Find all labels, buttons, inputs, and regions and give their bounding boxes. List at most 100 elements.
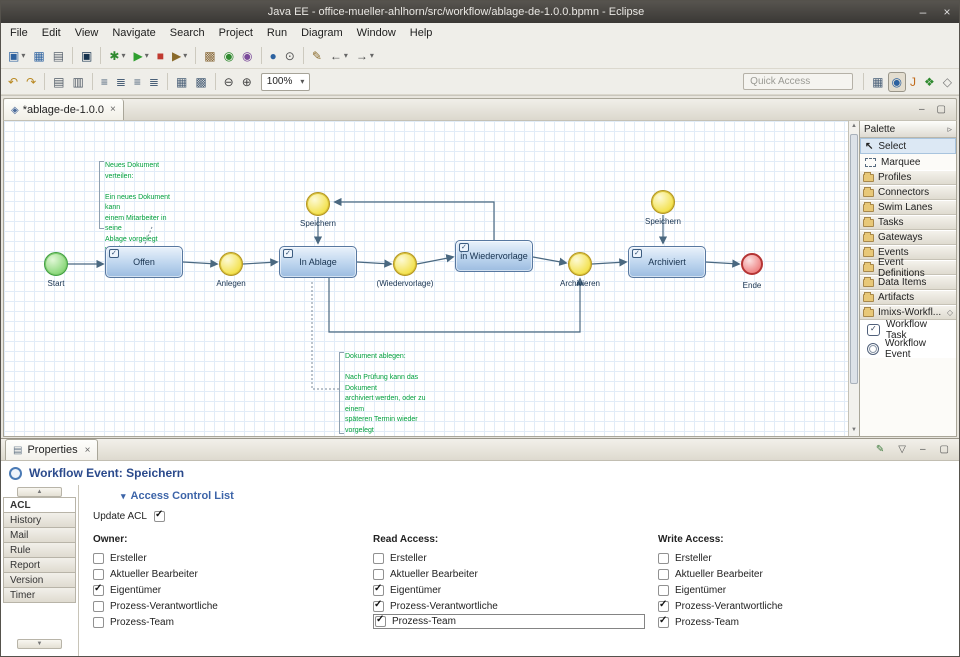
- save-button[interactable]: ▦: [29, 46, 48, 66]
- back-button[interactable]: ←: [326, 46, 352, 66]
- menu-item[interactable]: Diagram: [294, 23, 350, 43]
- checkbox[interactable]: [658, 599, 669, 612]
- side-tab-version[interactable]: Version: [3, 572, 76, 588]
- palette-pin-icon[interactable]: [947, 124, 952, 135]
- palette-category[interactable]: Event Definitions: [860, 257, 956, 279]
- task-archiviert-node[interactable]: Archiviert: [628, 246, 706, 278]
- quick-access-input[interactable]: [743, 73, 854, 90]
- menu-item[interactable]: File: [3, 23, 35, 43]
- flow-anlegen-inablage[interactable]: [242, 258, 279, 267]
- menu-item[interactable]: Help: [403, 23, 440, 43]
- palette-header[interactable]: Palette: [860, 121, 956, 138]
- zoom-out-button[interactable]: ⊖: [220, 72, 238, 92]
- editor-tab-close-button[interactable]: ×: [110, 104, 116, 115]
- search-button[interactable]: ⊙: [281, 46, 299, 66]
- maximize-editor-button[interactable]: [937, 104, 946, 115]
- section-collapse-icon[interactable]: [121, 490, 126, 502]
- properties-tab[interactable]: Properties ×: [5, 439, 99, 460]
- side-tab-mail[interactable]: Mail: [3, 527, 76, 543]
- distribute-horizontal-button[interactable]: ≡: [130, 72, 145, 92]
- menu-item[interactable]: Edit: [35, 23, 68, 43]
- new-package-button[interactable]: ▩: [200, 46, 219, 66]
- new-interface-button[interactable]: ◉: [238, 46, 256, 66]
- scroll-down-icon[interactable]: [849, 425, 859, 436]
- checkbox[interactable]: [373, 583, 384, 596]
- palette-select-tool[interactable]: Select: [860, 138, 956, 154]
- editor-tab-ablage[interactable]: *ablage-de-1.0.0 ×: [4, 99, 124, 120]
- open-perspective-button[interactable]: ▦: [868, 72, 887, 92]
- task-offen-node[interactable]: Offen: [105, 246, 183, 278]
- event-wiedervorlage-node[interactable]: (Wiedervorlage): [377, 252, 433, 288]
- flow-archivieren-archiviert[interactable]: [591, 258, 628, 267]
- java-perspective-button[interactable]: J: [906, 72, 920, 92]
- event-archivieren-node[interactable]: Archivieren: [560, 252, 600, 288]
- side-tab-timer[interactable]: Timer: [3, 587, 76, 603]
- palette-item-workflow-event[interactable]: Workflow Event: [860, 338, 956, 360]
- paste-button[interactable]: ▥: [68, 72, 87, 92]
- checkbox[interactable]: [658, 584, 669, 596]
- checkbox[interactable]: [375, 614, 386, 627]
- checkbox[interactable]: [93, 583, 104, 596]
- menu-item[interactable]: Run: [260, 23, 294, 43]
- end-event-node[interactable]: Ende: [741, 253, 763, 290]
- palette-category[interactable]: Tasks: [860, 215, 956, 230]
- checkbox[interactable]: [373, 568, 384, 580]
- undo-button[interactable]: ↶: [4, 72, 22, 92]
- scroll-up-icon[interactable]: [849, 121, 859, 132]
- palette-category[interactable]: Profiles: [860, 170, 956, 185]
- view-menu-button[interactable]: ▽: [898, 444, 906, 455]
- menu-item[interactable]: Search: [163, 23, 212, 43]
- scrollbar-thumb[interactable]: [850, 134, 858, 384]
- side-tab-history[interactable]: History: [3, 512, 76, 528]
- minimize-editor-button[interactable]: [919, 104, 925, 115]
- align-horizontal-button[interactable]: ≡: [97, 72, 112, 92]
- palette-category[interactable]: Swim Lanes: [860, 200, 956, 215]
- event-speichern-1-node[interactable]: Speichern: [300, 192, 336, 228]
- stop-button[interactable]: ■: [153, 46, 168, 66]
- redo-button[interactable]: ↷: [22, 72, 40, 92]
- flow-archiviert-ende[interactable]: [704, 259, 741, 268]
- checkbox[interactable]: [373, 599, 384, 612]
- side-tab-rule[interactable]: Rule: [3, 542, 76, 558]
- distribute-vertical-button[interactable]: ≣: [145, 72, 163, 92]
- window-minimize-button[interactable]: –: [911, 5, 935, 19]
- minimize-view-button[interactable]: –: [920, 444, 926, 455]
- side-tabs-scroll-down-icon[interactable]: [17, 639, 62, 649]
- checkbox[interactable]: [93, 600, 104, 612]
- zoom-level-select[interactable]: 100%: [260, 72, 311, 91]
- window-close-button[interactable]: ×: [935, 5, 959, 19]
- task-in-wiedervorlage-node[interactable]: in Wiedervorlage: [455, 240, 533, 272]
- new-button[interactable]: ▣: [4, 46, 29, 66]
- edit-mode-button[interactable]: ✎: [876, 444, 884, 455]
- checkbox[interactable]: [93, 616, 104, 628]
- event-anlegen-node[interactable]: Anlegen: [216, 252, 246, 288]
- forward-button[interactable]: →: [352, 46, 378, 66]
- side-tabs-scroll-up-icon[interactable]: [17, 487, 62, 497]
- align-vertical-button[interactable]: ≣: [112, 72, 130, 92]
- canvas-vertical-scrollbar[interactable]: [848, 121, 859, 436]
- menu-item[interactable]: View: [68, 23, 106, 43]
- palette-item-workflow-task[interactable]: Workflow Task: [860, 319, 956, 341]
- copy-button[interactable]: ▤: [49, 72, 68, 92]
- checkbox[interactable]: [93, 568, 104, 580]
- maximize-view-button[interactable]: ▢: [940, 444, 949, 455]
- checkbox[interactable]: [658, 568, 669, 580]
- flow-offen-anlegen[interactable]: [182, 259, 219, 268]
- task-in-ablage-node[interactable]: In Ablage: [279, 246, 357, 278]
- coverage-button[interactable]: ▶: [168, 46, 191, 66]
- flow-inablage-archivieren-loop[interactable]: [328, 277, 585, 333]
- palette-category[interactable]: Gateways: [860, 230, 956, 245]
- checkbox[interactable]: [658, 615, 669, 628]
- start-event-node[interactable]: Start: [44, 252, 68, 288]
- javaee-perspective-button[interactable]: ◉: [887, 71, 906, 92]
- web-perspective-button[interactable]: ◇: [939, 72, 956, 92]
- debug-perspective-button[interactable]: ❖: [920, 72, 939, 92]
- print-button[interactable]: ▤: [49, 46, 68, 66]
- annotation-neues-dokument[interactable]: Neues Dokument verteilen: Ein neues Doku…: [99, 161, 175, 253]
- menu-item[interactable]: Navigate: [105, 23, 162, 43]
- association-annotation2[interactable]: [311, 281, 339, 390]
- flow-inablage-wiedervorlage[interactable]: [356, 259, 393, 268]
- last-edit-location-button[interactable]: ✎: [308, 46, 326, 66]
- flow-inwiedervorlage-speichern1[interactable]: [333, 197, 495, 240]
- properties-tab-close-button[interactable]: ×: [85, 445, 91, 456]
